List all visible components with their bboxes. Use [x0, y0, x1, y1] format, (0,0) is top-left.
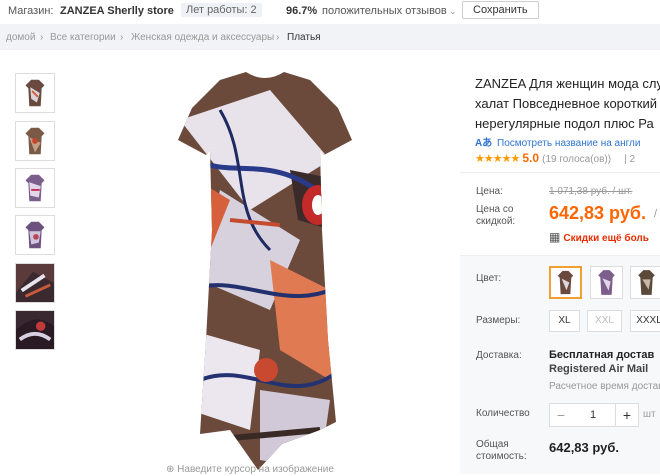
- size-option-xl[interactable]: XL: [549, 310, 580, 332]
- breadcrumb-women[interactable]: Женская одежда и аксессуары: [131, 32, 274, 43]
- product-title: ZANZEA Для женщин мода слу халат Повседн…: [475, 76, 660, 131]
- quantity-minus-button[interactable]: −: [549, 403, 573, 427]
- breadcrumb-separator: ›: [276, 32, 280, 43]
- quantity-plus-button[interactable]: +: [615, 403, 639, 427]
- quantity-label: Количество: [476, 408, 530, 419]
- breadcrumb-all-categories[interactable]: Все категории: [50, 32, 116, 43]
- price-label: Цена:: [476, 186, 503, 197]
- translate-icon: Aあ: [475, 138, 493, 149]
- breadcrumb-separator: ›: [120, 32, 124, 43]
- total-price: 642,83 руб.: [549, 440, 620, 455]
- rating-row[interactable]: ★★★★★ 5.0 (19 голоса(ов)) | 2: [475, 151, 635, 165]
- shipping-free: Бесплатная достав: [549, 349, 655, 361]
- color-option-3[interactable]: [630, 266, 660, 299]
- thumbnail-6[interactable]: [15, 310, 55, 350]
- store-years-badge: Лет работы: 2: [181, 3, 262, 17]
- sizes-label: Размеры:: [476, 315, 521, 326]
- thumbnail-4[interactable]: [15, 215, 55, 255]
- store-rating-text: положительных отзывов: [322, 5, 447, 17]
- save-store-button[interactable]: Сохранить: [462, 1, 539, 19]
- shipping-label: Доставка:: [476, 350, 522, 361]
- size-option-xxl[interactable]: XXL: [587, 310, 622, 332]
- thumbnail-3[interactable]: [15, 168, 55, 208]
- coupon-link[interactable]: ▦ Скидки ещё боль: [549, 230, 649, 244]
- store-rating-percent: 96.7%: [286, 5, 318, 17]
- color-label: Цвет:: [476, 273, 502, 284]
- orders-count: | 2: [624, 154, 636, 165]
- product-main-image[interactable]: [70, 50, 460, 473]
- zoom-icon: ⊕: [166, 464, 175, 475]
- store-label: Магазин:: [8, 5, 54, 17]
- size-option-xxxl[interactable]: XXXL: [630, 310, 660, 332]
- shipping-time: Расчетное время достав: [549, 381, 660, 392]
- quantity-input[interactable]: 1: [571, 403, 615, 427]
- color-option-1[interactable]: [549, 266, 582, 299]
- breadcrumb-separator: ›: [40, 32, 44, 43]
- chevron-down-icon[interactable]: ⌄: [449, 6, 457, 17]
- quantity-unit: шт: [643, 409, 656, 420]
- current-price: 642,83 руб.: [549, 203, 646, 223]
- translate-title-link[interactable]: Aあ Посмотреть название на англи: [475, 134, 640, 149]
- breadcrumb-current: Платья: [287, 32, 321, 43]
- thumbnail-2[interactable]: [15, 121, 55, 161]
- rating-votes: (19 голоса(ов)): [542, 154, 612, 165]
- old-price: 1 071,38 руб. / шт.: [549, 186, 633, 197]
- breadcrumb-home[interactable]: домой: [6, 32, 35, 43]
- store-bar: Магазин: ZANZEA Sherlly store Лет работы…: [0, 0, 660, 25]
- divider: [460, 172, 660, 173]
- store-name-link[interactable]: ZANZEA Sherlly store: [60, 5, 174, 17]
- thumbnail-5[interactable]: [15, 263, 55, 303]
- zoom-hint: ⊕ Наведите курсор на изображение: [166, 464, 334, 475]
- rating-value: 5.0: [522, 151, 540, 165]
- breadcrumb: домой › Все категории › Женская одежда и…: [0, 24, 660, 50]
- price-unit: /: [654, 208, 658, 220]
- thumbnail-1[interactable]: [15, 73, 55, 113]
- discount-price-label: Цена со скидкой:: [476, 204, 516, 227]
- qr-icon: ▦: [549, 230, 561, 244]
- total-label: Общая стоимость:: [476, 439, 527, 462]
- color-option-2[interactable]: [590, 266, 623, 299]
- shipping-method-dropdown[interactable]: Registered Air Mail: [549, 363, 648, 375]
- rating-stars-icon: ★★★★★: [475, 153, 520, 165]
